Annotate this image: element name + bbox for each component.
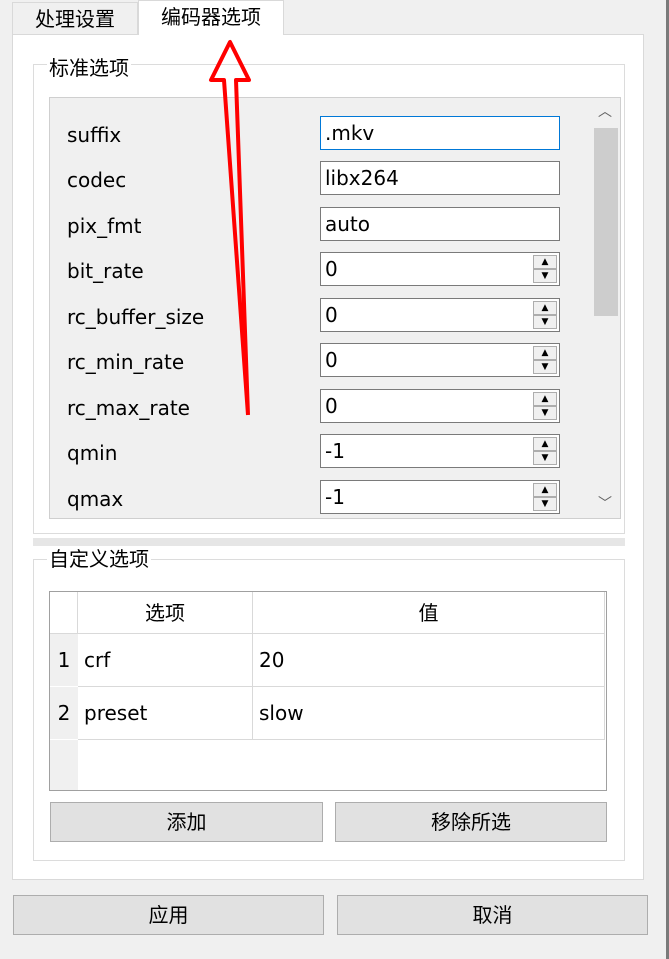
spin-up-icon[interactable]: ▲	[533, 483, 557, 497]
spin-up-icon[interactable]: ▲	[533, 301, 557, 315]
chevron-up-icon[interactable]: ︿	[590, 98, 620, 126]
tab-label: 编码器选项	[161, 5, 261, 29]
spin-buttons: ▲ ▼	[533, 437, 557, 465]
spin-up-icon[interactable]: ▲	[533, 392, 557, 406]
cancel-button[interactable]: 取消	[337, 895, 648, 935]
chevron-down-icon[interactable]: ﹀	[590, 490, 620, 518]
spin-up-icon[interactable]: ▲	[533, 255, 557, 269]
apply-button[interactable]: 应用	[13, 895, 324, 935]
spinbox-value: -1	[325, 485, 345, 509]
row-header[interactable]: 2	[50, 687, 78, 740]
spin-down-icon[interactable]: ▼	[533, 497, 557, 511]
field-row-pix-fmt: pix_fmt auto	[50, 207, 590, 247]
table-cell-option[interactable]: preset	[78, 687, 253, 740]
field-row-rc-max-rate: rc_max_rate 0 ▲ ▼	[50, 389, 590, 429]
field-label: bit_rate	[67, 259, 144, 283]
spin-down-icon[interactable]: ▼	[533, 315, 557, 329]
spin-up-icon[interactable]: ▲	[533, 346, 557, 360]
encoder-options-window: 处理设置 编码器选项 标准选项 suffix .mkv codec libx26…	[0, 0, 669, 959]
field-row-qmin: qmin -1 ▲ ▼	[50, 434, 590, 474]
field-label: qmax	[67, 487, 124, 511]
tab-label: 处理设置	[35, 7, 115, 31]
spinbox-value: 0	[325, 348, 338, 372]
spin-down-icon[interactable]: ▼	[533, 360, 557, 374]
field-label: rc_max_rate	[67, 396, 190, 420]
add-option-button[interactable]: 添加	[50, 802, 323, 842]
field-row-codec: codec libx264	[50, 161, 590, 201]
field-row-qmax: qmax -1 ▲ ▼	[50, 480, 590, 518]
spin-buttons: ▲ ▼	[533, 392, 557, 420]
table-cell-option[interactable]: crf	[78, 634, 253, 687]
custom-options-table[interactable]: 选项 值 1 crf 20 2 preset slow	[49, 591, 607, 791]
spin-buttons: ▲ ▼	[533, 255, 557, 283]
suffix-input[interactable]: .mkv	[320, 116, 560, 150]
spinbox-value: 0	[325, 394, 338, 418]
spinbox-value: 0	[325, 257, 338, 281]
field-label: qmin	[67, 441, 118, 465]
field-label: suffix	[67, 123, 122, 147]
field-label: rc_buffer_size	[67, 305, 205, 329]
spin-down-icon[interactable]: ▼	[533, 406, 557, 420]
rc-max-rate-spinbox[interactable]: 0 ▲ ▼	[320, 389, 560, 423]
table-cell-value[interactable]: slow	[253, 687, 605, 740]
tab-processing-settings[interactable]: 处理设置	[12, 2, 138, 34]
remove-selected-button[interactable]: 移除所选	[335, 802, 607, 842]
field-row-rc-buffer-size: rc_buffer_size 0 ▲ ▼	[50, 298, 590, 338]
vertical-scrollbar[interactable]: ︿ ﹀	[590, 98, 620, 518]
encoder-options-page: 标准选项 suffix .mkv codec libx264 pix_fmt a…	[12, 34, 644, 880]
pix-fmt-input[interactable]: auto	[320, 207, 560, 241]
qmin-spinbox[interactable]: -1 ▲ ▼	[320, 434, 560, 468]
rc-min-rate-spinbox[interactable]: 0 ▲ ▼	[320, 343, 560, 377]
custom-options-title: 自定义选项	[47, 547, 151, 571]
tab-bar: 处理设置 编码器选项	[0, 0, 669, 35]
spin-up-icon[interactable]: ▲	[533, 437, 557, 451]
tab-encoder-options[interactable]: 编码器选项	[138, 0, 284, 35]
field-row-rc-min-rate: rc_min_rate 0 ▲ ▼	[50, 343, 590, 383]
spinbox-value: 0	[325, 303, 338, 327]
row-header[interactable]: 1	[50, 634, 78, 687]
rc-buffer-size-spinbox[interactable]: 0 ▲ ▼	[320, 298, 560, 332]
spin-buttons: ▲ ▼	[533, 483, 557, 511]
field-label: rc_min_rate	[67, 350, 185, 374]
spin-buttons: ▲ ▼	[533, 346, 557, 374]
spinbox-value: -1	[325, 439, 345, 463]
table-cell-value[interactable]: 20	[253, 634, 605, 687]
bit-rate-spinbox[interactable]: 0 ▲ ▼	[320, 252, 560, 286]
field-label: pix_fmt	[67, 214, 142, 238]
table-corner[interactable]	[50, 592, 78, 634]
spin-buttons: ▲ ▼	[533, 301, 557, 329]
spin-down-icon[interactable]: ▼	[533, 269, 557, 283]
spin-down-icon[interactable]: ▼	[533, 451, 557, 465]
column-header-option[interactable]: 选项	[78, 592, 253, 634]
field-row-suffix: suffix .mkv	[50, 116, 590, 156]
scrollbar-thumb[interactable]	[594, 128, 618, 316]
standard-options-scroll-area[interactable]: suffix .mkv codec libx264 pix_fmt auto b…	[49, 97, 621, 519]
field-label: codec	[67, 168, 127, 192]
standard-options-title: 标准选项	[47, 56, 131, 80]
column-header-value[interactable]: 值	[253, 592, 605, 634]
row-header-empty	[50, 740, 78, 790]
splitter-handle[interactable]	[33, 538, 625, 546]
qmax-spinbox[interactable]: -1 ▲ ▼	[320, 480, 560, 514]
codec-input[interactable]: libx264	[320, 161, 560, 195]
field-row-bit-rate: bit_rate 0 ▲ ▼	[50, 252, 590, 292]
